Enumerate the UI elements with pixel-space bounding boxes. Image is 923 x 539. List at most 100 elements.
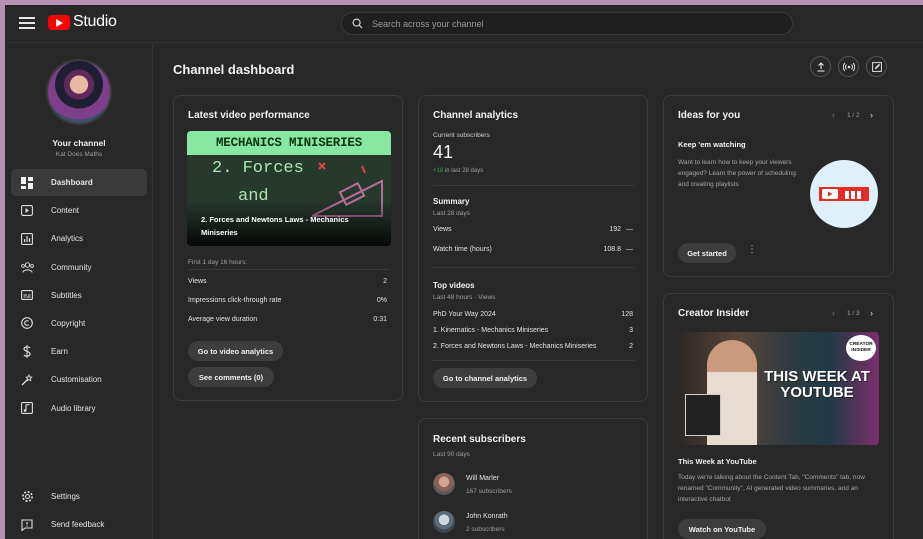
clapperboard-icon <box>685 394 721 436</box>
prev-arrow-icon[interactable]: ‹ <box>832 308 835 318</box>
trend-indicator: — <box>626 246 633 253</box>
edit-icon <box>871 61 882 72</box>
sidebar-item-label: Content <box>51 206 80 216</box>
subtitles-icon <box>20 288 34 302</box>
trend-indicator: — <box>626 226 633 233</box>
playlist-icon <box>819 187 869 201</box>
summary-row-value: 192 <box>609 226 621 233</box>
video-thumbnail[interactable]: MECHANICS MINISERIES 2. Forces and 2. Fo… <box>187 131 391 246</box>
insider-video-title[interactable]: This Week at YouTube <box>678 457 757 466</box>
watch-on-youtube-button[interactable]: Watch on YouTube <box>678 519 766 539</box>
thumbnail-text: 2. Forces <box>212 159 304 178</box>
next-arrow-icon[interactable]: › <box>870 110 873 120</box>
card-title: Latest video performance <box>188 110 310 121</box>
feedback-icon <box>20 518 34 532</box>
sidebar-item-subtitles[interactable]: Subtitles <box>11 282 147 309</box>
stat-label: Average view duration <box>188 316 258 323</box>
sidebar-item-community[interactable]: Community <box>11 254 147 281</box>
go-to-channel-analytics-button[interactable]: Go to channel analytics <box>433 368 537 388</box>
prev-arrow-icon[interactable]: ‹ <box>832 110 835 120</box>
upload-icon <box>817 61 824 72</box>
subscriber-avatar[interactable] <box>433 473 455 495</box>
your-channel-label[interactable]: Your channel <box>5 138 153 148</box>
sidebar-item-label: Subtitles <box>51 290 82 300</box>
card-title: Ideas for you <box>678 110 741 121</box>
top-videos-period: Last 48 hours · Views <box>433 294 496 301</box>
subscriber-count: 2 subscribers <box>466 526 505 533</box>
search-icon <box>352 18 363 29</box>
see-comments-button[interactable]: See comments (0) <box>188 367 274 387</box>
more-options-icon[interactable]: ⋮ <box>747 244 757 255</box>
stat-value: 0:31 <box>373 316 387 323</box>
top-video-views: 2 <box>629 343 633 350</box>
creator-insider-badge: CREATOR INSIDER <box>846 335 876 361</box>
insider-video-thumbnail[interactable]: THIS WEEK AT YOUTUBE CREATOR INSIDER <box>677 332 879 445</box>
sidebar-item-settings[interactable]: Settings <box>11 483 147 510</box>
stat-value: 0% <box>376 297 387 304</box>
main-content: Channel dashboard Latest video performan… <box>154 43 923 539</box>
earn-icon <box>20 345 34 359</box>
studio-logo[interactable]: Studio <box>48 13 117 31</box>
subscriber-change: +18 in last 28 days <box>433 168 483 174</box>
stat-label: Views <box>188 278 207 285</box>
sidebar-item-audio-library[interactable]: Audio library <box>11 395 147 422</box>
subscriber-name[interactable]: Will Marler <box>466 475 499 482</box>
search-bar[interactable] <box>341 12 793 35</box>
card-title: Creator Insider <box>678 308 750 319</box>
get-started-button[interactable]: Get started <box>678 243 736 263</box>
go-to-video-analytics-button[interactable]: Go to video analytics <box>188 341 283 361</box>
top-video-title[interactable]: 1. Kinematics - Mechanics Miniseries <box>433 327 548 334</box>
channel-avatar[interactable] <box>46 59 112 125</box>
copyright-icon <box>20 316 34 330</box>
dashboard-icon <box>20 176 34 190</box>
sidebar-item-label: Earn <box>51 347 68 357</box>
sidebar-item-send-feedback[interactable]: Send feedback <box>11 511 147 538</box>
subscriber-avatar[interactable] <box>433 511 455 533</box>
audio-library-icon <box>20 401 34 415</box>
search-input[interactable] <box>372 18 752 29</box>
divider <box>433 267 635 268</box>
sidebar-item-label: Community <box>51 262 92 272</box>
ideas-card: Ideas for you ‹ 1 / 2 › Keep 'em watchin… <box>663 95 894 277</box>
current-subscribers-label: Current subscribers <box>433 132 490 139</box>
top-videos-title: Top videos <box>433 281 475 290</box>
channel-analytics-card: Channel analytics Current subscribers 41… <box>418 95 648 402</box>
sidebar-item-content[interactable]: Content <box>11 197 147 224</box>
sidebar-nav: Dashboard Content Analytics Community Su… <box>11 169 147 423</box>
sidebar-item-earn[interactable]: Earn <box>11 338 147 365</box>
playlist-illustration <box>810 160 878 228</box>
top-video-title[interactable]: 2. Forces and Newtons Laws - Mechanics M… <box>433 343 596 350</box>
create-post-button[interactable] <box>866 56 887 77</box>
go-live-button[interactable] <box>838 56 859 77</box>
idea-heading: Keep 'em watching <box>678 140 746 149</box>
analytics-icon <box>20 232 34 246</box>
creator-insider-card: Creator Insider ‹ 1 / 3 › THIS WEEK AT Y… <box>663 293 894 539</box>
logo-text: Studio <box>73 13 117 30</box>
subscriber-count: 167 subscribers <box>466 488 512 495</box>
top-video-title[interactable]: PhD Your Way 2024 <box>433 311 496 318</box>
top-bar: Studio <box>5 5 923 43</box>
recent-subscribers-period: Last 90 days <box>433 451 470 458</box>
sidebar-item-analytics[interactable]: Analytics <box>11 225 147 252</box>
insider-video-description: Today we're talking about the Content Ta… <box>678 474 865 503</box>
sidebar-bottom-nav: Settings Send feedback <box>11 483 147 539</box>
sidebar-item-dashboard[interactable]: Dashboard <box>11 169 147 196</box>
recent-subscribers-card: Recent subscribers Last 90 days Will Mar… <box>418 418 648 539</box>
sidebar-item-label: Send feedback <box>51 520 105 530</box>
video-title[interactable]: 2. Forces and Newtons Laws - Mechanics M… <box>201 213 383 239</box>
card-title: Recent subscribers <box>433 434 526 445</box>
thumbnail-banner: MECHANICS MINISERIES <box>187 131 391 155</box>
summary-row-label: Watch time (hours) <box>433 246 492 253</box>
sidebar-item-copyright[interactable]: Copyright <box>11 310 147 337</box>
sidebar-item-customisation[interactable]: Customisation <box>11 366 147 393</box>
next-arrow-icon[interactable]: › <box>870 308 873 318</box>
pager: 1 / 3 <box>847 310 860 317</box>
customisation-icon <box>20 373 34 387</box>
content-icon <box>20 204 34 218</box>
divider <box>433 185 635 186</box>
hamburger-menu-icon[interactable] <box>19 15 35 31</box>
subscriber-name[interactable]: John Konrath <box>466 513 508 520</box>
channel-name: Kat Does Maths <box>55 151 103 158</box>
upload-button[interactable] <box>810 56 831 77</box>
sidebar: Your channel Kat Does Maths Dashboard Co… <box>5 43 153 539</box>
